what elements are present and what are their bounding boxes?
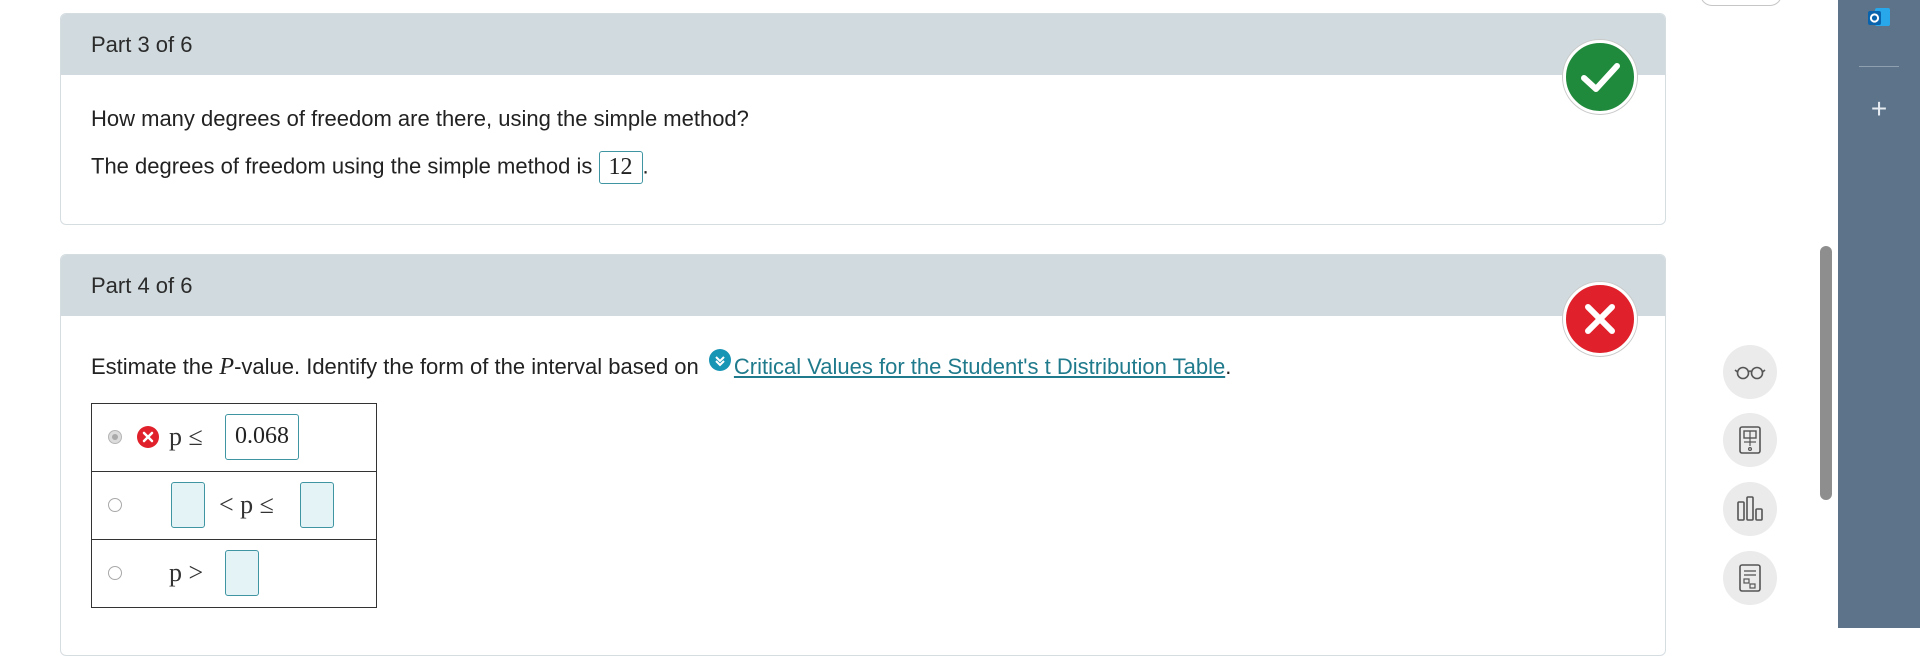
formula-sheet-icon[interactable] [1723, 551, 1777, 605]
calculator-icon[interactable] [1723, 413, 1777, 467]
sidebar-divider [1859, 66, 1899, 67]
part-3-card: Part 3 of 6 How many degrees of freedom … [60, 13, 1666, 225]
option-3-radio[interactable] [108, 566, 122, 580]
option-row-3: p > [91, 539, 377, 608]
option-1-radio[interactable] [108, 430, 122, 444]
glasses-icon[interactable] [1723, 345, 1777, 399]
part-4-question: Estimate the P-value. Identify the form … [91, 349, 1231, 381]
part-4-header: Part 4 of 6 [61, 255, 1665, 316]
option-1-value-input[interactable]: 0.068 [225, 414, 299, 460]
outlook-icon[interactable] [1867, 6, 1891, 30]
part-3-title: Part 3 of 6 [91, 31, 193, 57]
option-2-lower-input[interactable] [171, 482, 205, 528]
incorrect-status-icon [1563, 282, 1637, 356]
top-control[interactable] [1700, 0, 1782, 6]
option-2-expression: < p ≤ [219, 490, 274, 519]
interval-options-table: p ≤ 0.068 < p ≤ p > [91, 403, 377, 608]
part-3-answer-prefix: The degrees of freedom using the simple … [91, 153, 593, 179]
app-sidebar: + [1838, 0, 1920, 628]
add-app-button[interactable]: + [1866, 95, 1892, 123]
option-3-value-input[interactable] [225, 550, 259, 596]
option-3-expression: p > [169, 558, 204, 587]
option-row-1: p ≤ 0.068 [91, 403, 377, 472]
scrollbar-thumb[interactable] [1820, 246, 1832, 500]
part-3-answer-line: The degrees of freedom using the simple … [91, 151, 649, 184]
critical-values-table-link[interactable]: Critical Values for the Student's t Dist… [734, 354, 1225, 379]
option-2-upper-input[interactable] [300, 482, 334, 528]
wrong-mark-icon [137, 426, 159, 448]
part-3-question: How many degrees of freedom are there, u… [91, 106, 749, 131]
option-1-expression: p ≤ [169, 422, 203, 451]
correct-status-icon [1563, 40, 1637, 114]
bar-chart-icon[interactable] [1723, 482, 1777, 536]
cross-icon [1585, 304, 1615, 334]
part-3-header: Part 3 of 6 [61, 14, 1665, 75]
part-4-title: Part 4 of 6 [91, 272, 193, 298]
checkmark-icon [1581, 63, 1620, 92]
option-2-radio[interactable] [108, 498, 122, 512]
degrees-of-freedom-input[interactable]: 12 [598, 151, 643, 184]
option-row-2: < p ≤ [91, 471, 377, 540]
info-expand-icon[interactable] [708, 349, 731, 371]
part-4-card: Part 4 of 6 Estimate the P-value. Identi… [60, 254, 1666, 656]
